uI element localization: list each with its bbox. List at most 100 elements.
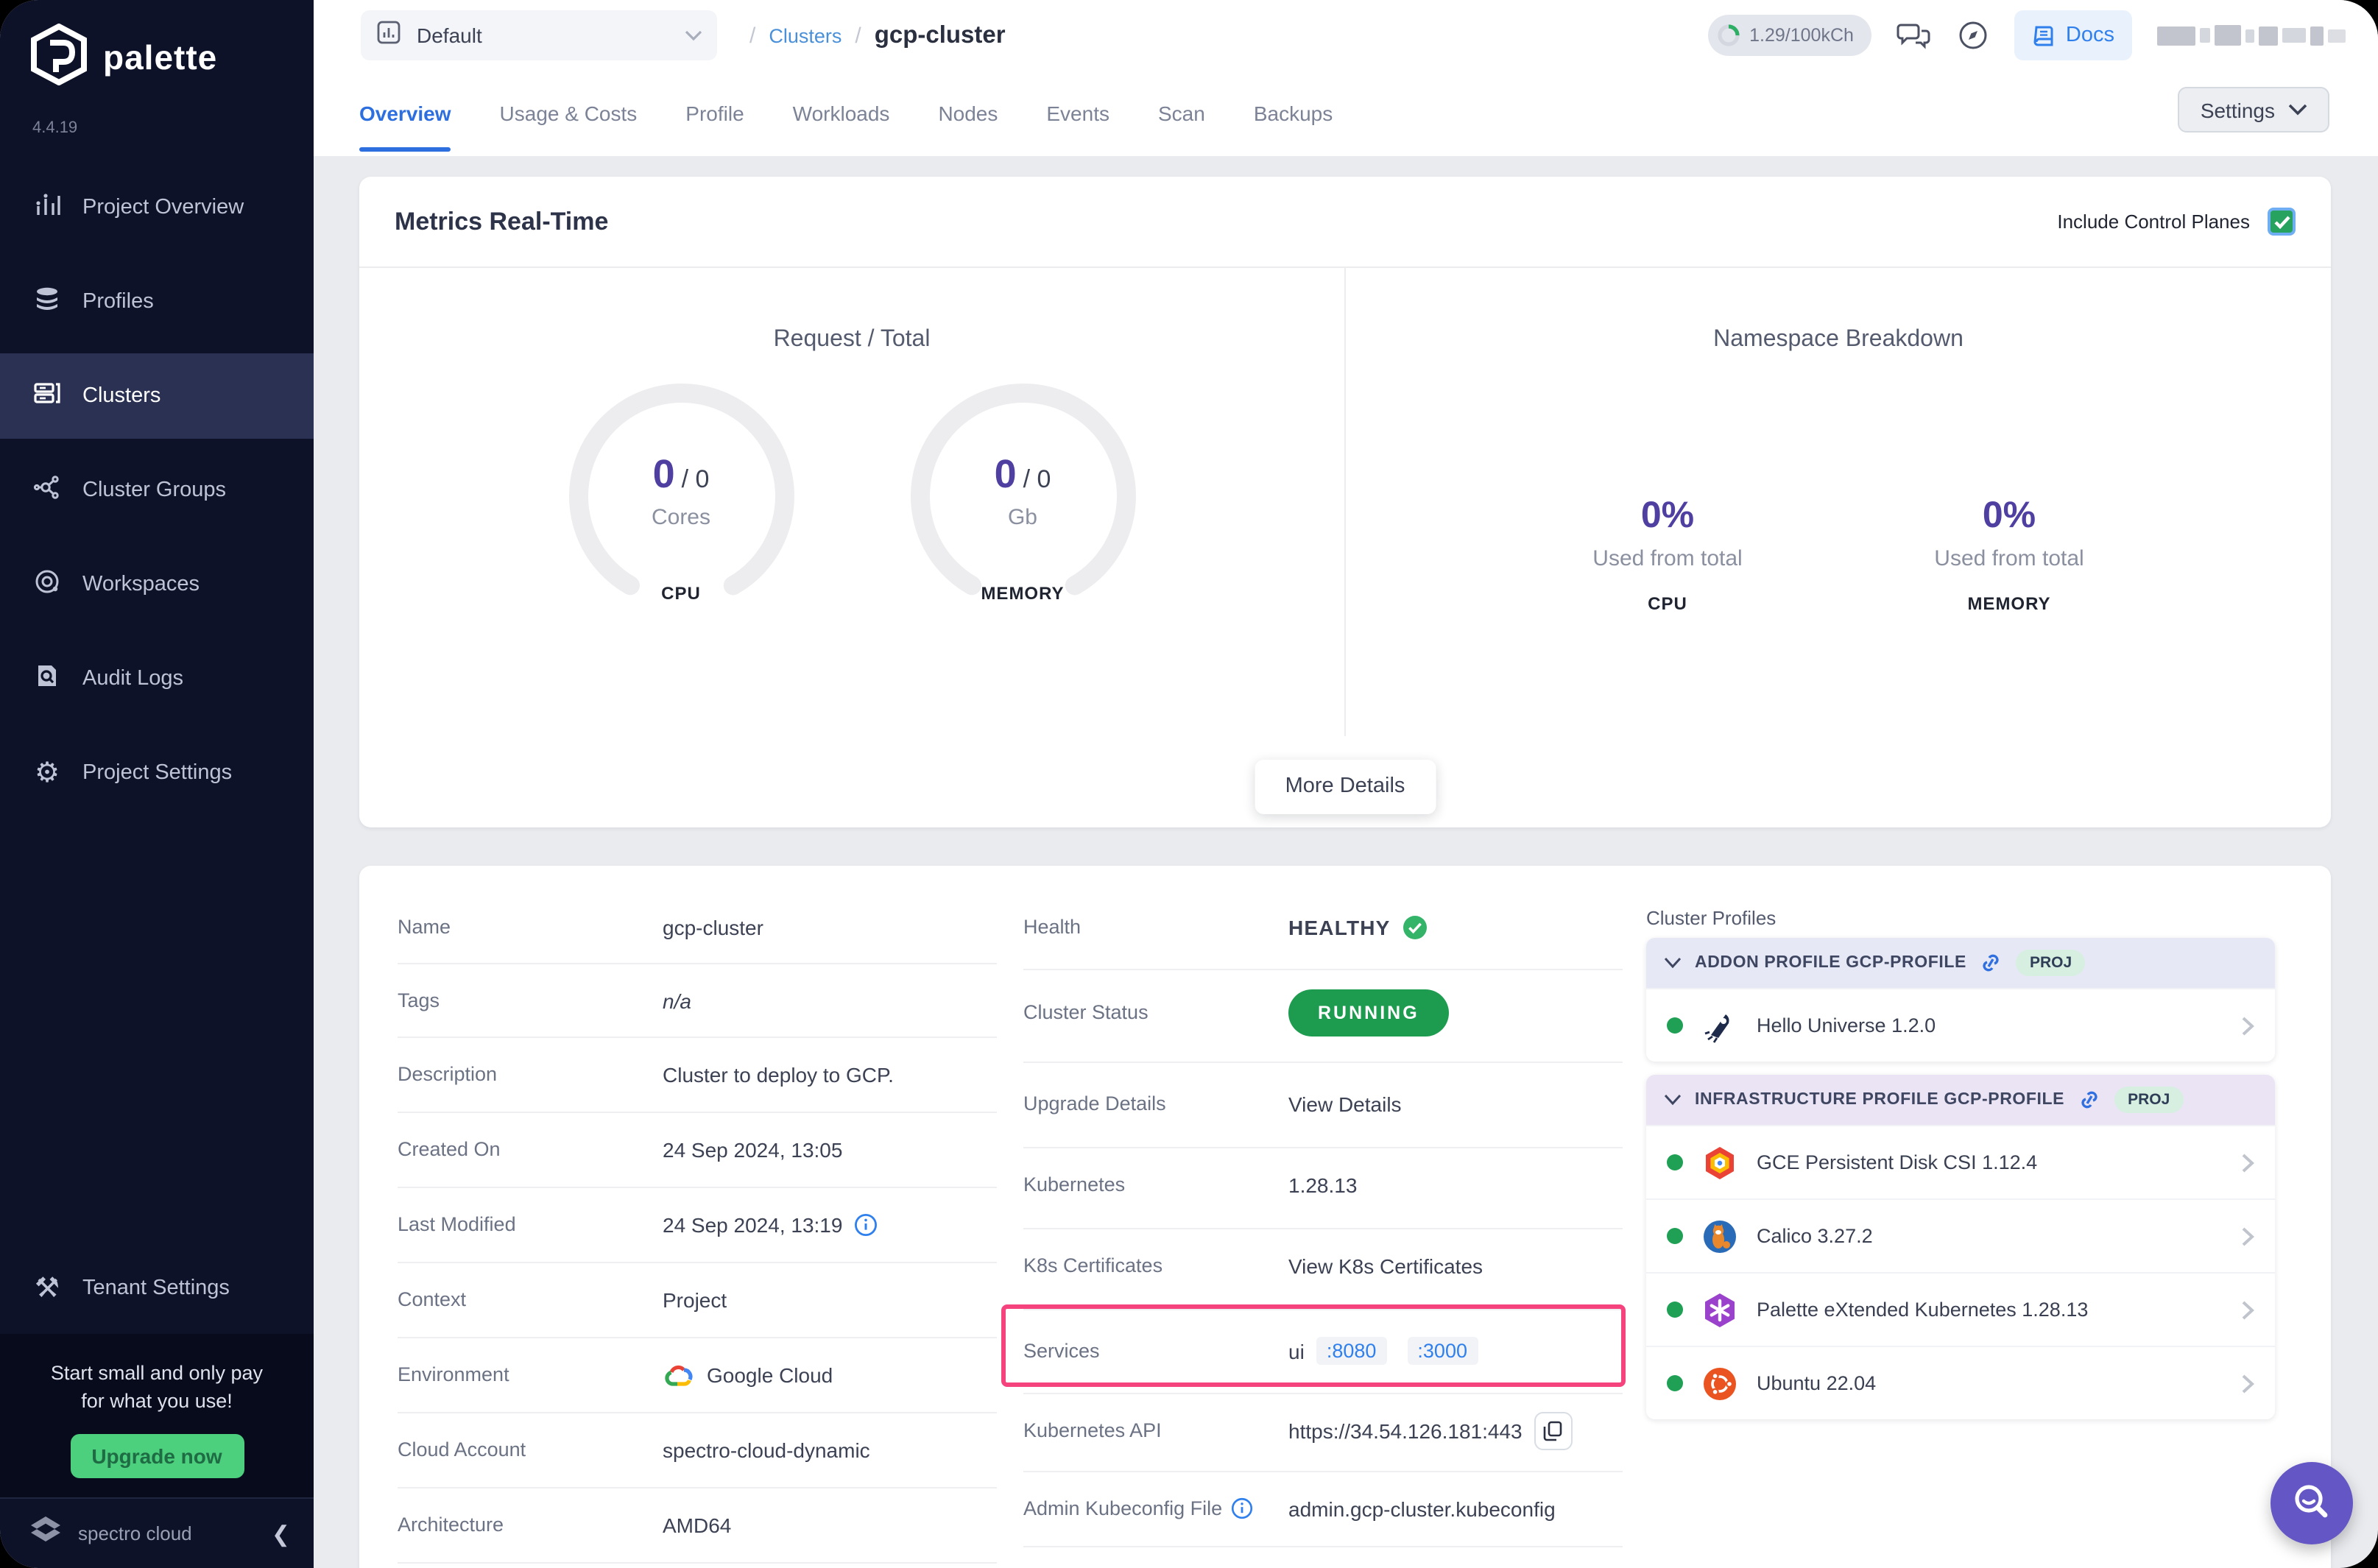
view-details-link[interactable]: View Details	[1288, 1092, 1402, 1115]
chevron-right-icon	[2242, 1300, 2254, 1319]
sidebar-item-clusters[interactable]: Clusters	[0, 353, 314, 439]
info-icon[interactable]	[854, 1212, 878, 1236]
profile-pack-hello-universe[interactable]: Hello Universe 1.2.0	[1646, 988, 2275, 1062]
row-value: Project	[663, 1288, 727, 1311]
detail-row-cloud-account: Cloud Account spectro-cloud-dynamic	[398, 1412, 997, 1487]
admin-kubeconfig-link[interactable]: admin.gcp-cluster.kubeconfig	[1288, 1497, 1556, 1520]
request-total-panel: Request / Total 0 / 0 Cores CPU 0 / 0 Gb…	[359, 268, 1344, 736]
support-search-button[interactable]	[2271, 1462, 2353, 1544]
detail-row-kubernetes-api: Kubernetes API https://34.54.126.181:443	[1023, 1393, 1623, 1468]
detail-row-k8s-certificates: K8s Certificates View K8s Certificates	[1023, 1228, 1623, 1303]
row-label: Architecture	[398, 1514, 504, 1536]
settings-label: Settings	[2200, 98, 2275, 121]
row-label: Cloud Account	[398, 1438, 526, 1461]
breadcrumb-clusters-link[interactable]: Clusters	[769, 24, 842, 46]
tab-backups[interactable]: Backups	[1254, 71, 1333, 156]
detail-row-cluster-status: Cluster Status RUNNING	[1023, 969, 1623, 1056]
row-label: Cluster Status	[1023, 1001, 1149, 1023]
row-label: Health	[1023, 916, 1082, 938]
cluster-status-badge[interactable]: RUNNING	[1288, 989, 1449, 1036]
chevron-down-icon	[685, 22, 702, 49]
sidebar-item-workspaces[interactable]: Workspaces	[0, 542, 314, 627]
pack-name: GCE Persistent Disk CSI 1.12.4	[1757, 1151, 2038, 1173]
cluster-details-card: Name gcp-cluster Tags n/a Description Cl…	[359, 866, 2331, 1568]
cluster-profiles-title: Cluster Profiles	[1646, 907, 1777, 929]
profile-pack-palette-extended-kubernetes[interactable]: Palette eXtended Kubernetes 1.28.13	[1646, 1272, 2275, 1346]
sidebar-item-cluster-groups[interactable]: Cluster Groups	[0, 448, 314, 533]
sidebar-item-audit-logs[interactable]: Audit Logs	[0, 636, 314, 721]
cpu-unit: Cores	[651, 505, 710, 530]
row-value: n/a	[663, 989, 691, 1012]
profile-pack-calico[interactable]: Calico 3.27.2	[1646, 1198, 2275, 1272]
tab-events[interactable]: Events	[1046, 71, 1109, 156]
metrics-title: Metrics Real-Time	[395, 207, 609, 235]
detail-row-tags: Tags n/a	[398, 963, 997, 1038]
sidebar-item-label: Workspaces	[82, 573, 200, 596]
book-icon	[2033, 25, 2053, 46]
tab-nodes[interactable]: Nodes	[938, 71, 998, 156]
cpu-request-value: 0	[652, 452, 675, 496]
chat-icon[interactable]	[1897, 19, 1932, 52]
collapse-sidebar-icon[interactable]: ❮	[272, 1520, 290, 1547]
sidebar-item-project-settings[interactable]: ⚙ Project Settings	[0, 730, 314, 816]
docs-button[interactable]: Docs	[2014, 10, 2132, 60]
sidebar-item-profiles[interactable]: Profiles	[0, 259, 314, 345]
tab-overview[interactable]: Overview	[359, 71, 452, 156]
row-value: AMD64	[663, 1513, 732, 1536]
row-label: Context	[398, 1288, 467, 1310]
tab-scan[interactable]: Scan	[1158, 71, 1205, 156]
detail-row-description: Description Cluster to deploy to GCP.	[398, 1036, 997, 1112]
breadcrumb: / Clusters / gcp-cluster	[749, 0, 1006, 71]
profile-pack-ubuntu[interactable]: Ubuntu 22.04	[1646, 1346, 2275, 1419]
namespace-memory-stat: 0% Used from total MEMORY	[1862, 353, 2156, 614]
info-icon[interactable]	[1231, 1497, 1253, 1519]
more-details-button[interactable]: More Details	[1254, 760, 1436, 814]
row-label: Description	[398, 1063, 498, 1085]
palette-app: palette 4.4.19 Project Overview Profiles…	[0, 0, 2378, 1568]
include-control-planes-checkbox[interactable]	[2268, 208, 2296, 236]
sidebar: palette 4.4.19 Project Overview Profiles…	[0, 0, 314, 1568]
infrastructure-profile-header[interactable]: INFRASTRUCTURE PROFILE GCP-PROFILE PROJ	[1646, 1075, 2275, 1125]
view-k8s-certificates-link[interactable]: View K8s Certificates	[1288, 1254, 1483, 1277]
brand: palette	[0, 0, 314, 93]
namespace-breakdown-title: Namespace Breakdown	[1713, 327, 1964, 352]
detail-row-upgrade-details: Upgrade Details View Details	[1023, 1066, 1623, 1141]
tab-profile[interactable]: Profile	[685, 71, 744, 156]
memory-request-value: 0	[994, 452, 1017, 496]
tab-usage-costs[interactable]: Usage & Costs	[500, 71, 638, 156]
namespace-cpu-percent: 0%	[1640, 495, 1695, 536]
proj-badge: PROJ	[2016, 950, 2086, 976]
project-selector[interactable]: Default	[361, 10, 717, 60]
namespace-cpu-label: Used from total	[1592, 546, 1743, 571]
magnifier-smile-icon	[2295, 1485, 2328, 1518]
kubernetes-version: 1.28.13	[1288, 1173, 1358, 1196]
row-label: K8s Certificates	[1023, 1254, 1163, 1276]
usage-credits-badge: 1.29/100kCh	[1708, 15, 1871, 56]
link-icon[interactable]	[1980, 953, 2003, 973]
link-icon[interactable]	[2078, 1090, 2101, 1110]
row-value: Cluster to deploy to GCP.	[663, 1062, 894, 1086]
profile-pack-gce-csi[interactable]: GCE Persistent Disk CSI 1.12.4	[1646, 1125, 2275, 1198]
row-label: Last Modified	[398, 1213, 516, 1235]
settings-button[interactable]: Settings	[2178, 87, 2329, 133]
sidebar-item-label: Audit Logs	[82, 667, 184, 691]
sidebar-item-tenant-settings[interactable]: ⚒ Tenant Settings	[0, 1246, 314, 1331]
row-label: Created On	[398, 1138, 501, 1160]
kubernetes-api-url: https://34.54.126.181:443	[1288, 1419, 1523, 1442]
layers-icon	[32, 284, 62, 319]
copy-icon[interactable]	[1534, 1411, 1573, 1449]
ubuntu-icon	[1704, 1367, 1736, 1399]
tab-workloads[interactable]: Workloads	[793, 71, 890, 156]
upgrade-now-button[interactable]: Upgrade now	[70, 1434, 244, 1478]
cpu-gauge: 0 / 0 Cores CPU	[557, 372, 805, 620]
sidebar-item-project-overview[interactable]: Project Overview	[0, 165, 314, 250]
addon-profile-header[interactable]: ADDON PROFILE GCP-PROFILE PROJ	[1646, 938, 2275, 988]
user-account-blurred[interactable]	[2157, 25, 2346, 46]
compass-icon[interactable]	[1957, 19, 1989, 52]
chevron-down-icon	[1664, 1094, 1682, 1106]
gce-disk-icon	[1706, 1146, 1734, 1179]
sidebar-nav: Project Overview Profiles Clusters Clust…	[0, 165, 314, 824]
chevron-down-icon	[2288, 104, 2307, 116]
pack-status-dot	[1667, 1017, 1683, 1034]
server-icon	[32, 378, 62, 414]
